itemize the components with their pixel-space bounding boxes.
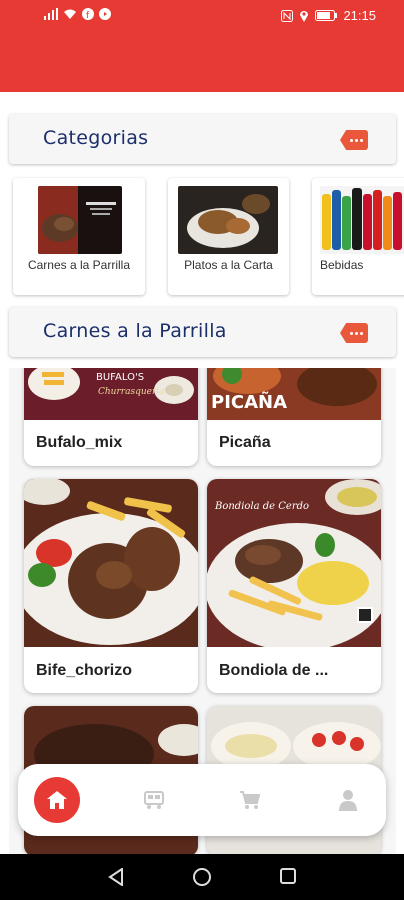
categories-title: Categorias [43, 127, 149, 149]
category-label: Carnes a la Parrilla [27, 258, 131, 272]
product-image: Bondiola de Cerdo [207, 479, 381, 651]
products-title: Carnes a la Parrilla [43, 320, 227, 342]
delivery-icon [144, 791, 164, 809]
wifi-icon [64, 9, 76, 19]
home-circle-icon[interactable] [193, 868, 211, 886]
product-image: BUFALO'S Churrasqueria [24, 368, 198, 420]
nfc-icon [281, 9, 294, 22]
product-image [24, 479, 198, 647]
product-name: Bife_chorizo [36, 662, 133, 679]
recents-icon[interactable] [280, 868, 296, 884]
nav-delivery-button[interactable] [132, 778, 176, 822]
status-time: 21:15 [343, 8, 376, 23]
signal-icon [44, 8, 58, 20]
category-label: Platos a la Carta [184, 258, 273, 272]
product-image: PICAÑA [207, 368, 381, 420]
category-card-bebidas[interactable]: Bebidas [312, 178, 404, 295]
youtube-icon [99, 8, 111, 20]
picana-sign-text: PICAÑA [211, 390, 287, 413]
battery-icon [315, 10, 338, 21]
user-icon [339, 790, 357, 811]
bufalo-sign-text: BUFALO'S [96, 372, 144, 383]
product-name: Picaña [219, 434, 271, 451]
category-image-platos [178, 186, 278, 254]
home-icon [47, 791, 67, 809]
categories-more-button[interactable] [340, 130, 368, 150]
product-card-bondiola[interactable]: Bondiola de Cerdo Bondiola de ... [207, 479, 381, 693]
product-card-bufalo-mix[interactable]: BUFALO'S Churrasqueria Bufalo_mix [24, 368, 198, 466]
dot-icon [360, 138, 363, 142]
location-icon [300, 11, 309, 22]
product-card-picana[interactable]: PICAÑA Picaña [207, 368, 381, 466]
facebook-icon: f [82, 8, 94, 20]
dot-icon [350, 138, 353, 142]
category-card-platos[interactable]: Platos a la Carta [168, 178, 289, 295]
bottom-nav [18, 764, 386, 836]
products-more-button[interactable] [340, 323, 368, 343]
cart-icon [240, 791, 261, 809]
product-name: Bondiola de ... [219, 662, 329, 679]
nav-profile-button[interactable] [326, 778, 370, 822]
product-name: Bufalo_mix [36, 434, 123, 451]
status-bar: f 21:15 [0, 0, 404, 30]
dot-icon [350, 331, 353, 335]
product-card-bife-chorizo[interactable]: Bife_chorizo [24, 479, 198, 693]
nav-home-button[interactable] [34, 777, 80, 823]
category-card-carnes[interactable]: Carnes a la Parrilla [13, 178, 145, 295]
category-image-carnes [38, 186, 122, 254]
dot-icon [360, 331, 363, 335]
bufalo-sign-subtext: Churrasqueria [98, 387, 165, 397]
category-image-bebidas [320, 186, 404, 254]
category-label: Bebidas [320, 258, 364, 272]
categories-header: Categorias [9, 114, 396, 164]
back-icon[interactable] [108, 868, 124, 886]
dot-icon [355, 138, 358, 142]
app-bar [0, 30, 404, 92]
dot-icon [355, 331, 358, 335]
products-header: Carnes a la Parrilla [9, 307, 396, 357]
system-nav-bar [0, 854, 404, 900]
nav-cart-button[interactable] [228, 778, 272, 822]
bondiola-sign-text: Bondiola de Cerdo [214, 501, 309, 512]
home-content[interactable]: Categorias Carnes a la Parrilla Platos a… [0, 92, 404, 854]
